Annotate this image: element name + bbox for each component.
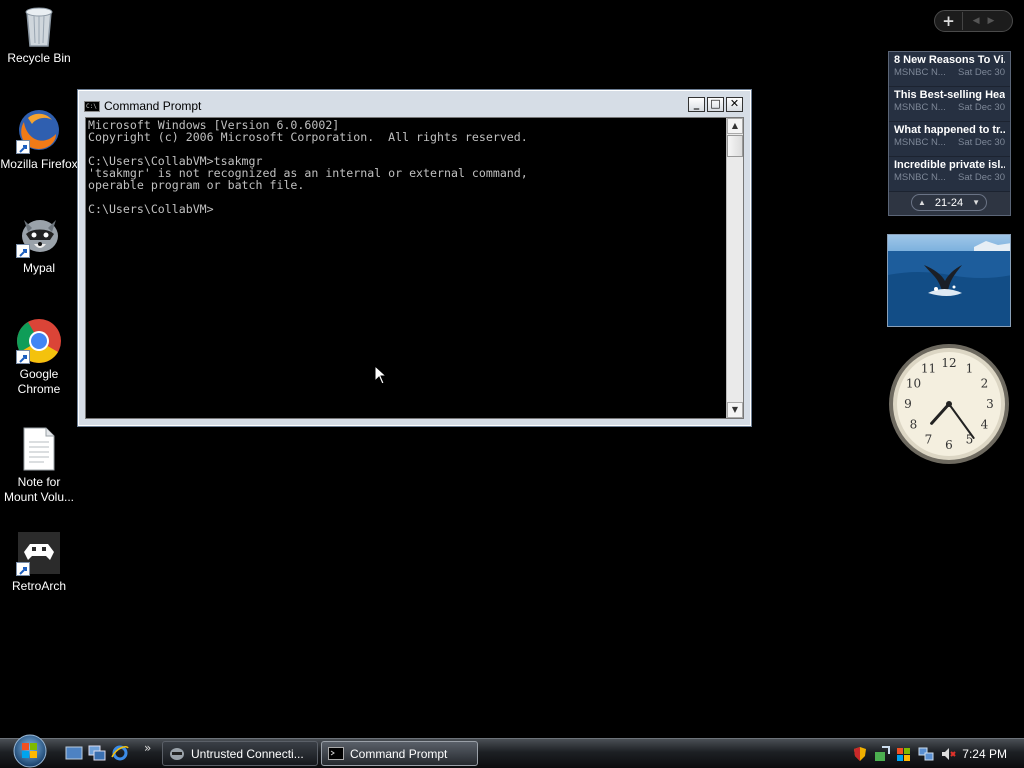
quick-launch-more-icon[interactable]: » bbox=[144, 741, 151, 755]
volume-muted-icon[interactable] bbox=[940, 746, 956, 762]
news-date: Sat Dec 30 bbox=[958, 172, 1005, 183]
shortcut-arrow-icon bbox=[16, 562, 30, 576]
scroll-up-arrow-icon[interactable]: ▲ bbox=[727, 118, 743, 134]
firefox-icon bbox=[16, 108, 62, 154]
clock-numeral: 7 bbox=[925, 433, 933, 447]
scroll-down-arrow-icon[interactable]: ▼ bbox=[727, 402, 743, 418]
desktop-icon-label: Google Chrome bbox=[17, 367, 61, 396]
show-desktop-icon[interactable] bbox=[65, 745, 83, 761]
console-line: operable program or batch file. bbox=[88, 178, 305, 192]
desktop-icon-label: Mypal bbox=[22, 261, 55, 275]
window-title: Command Prompt bbox=[104, 99, 202, 113]
desktop-icon-firefox[interactable]: Mozilla Firefox bbox=[0, 108, 78, 172]
news-date: Sat Dec 30 bbox=[958, 137, 1005, 148]
news-item[interactable]: Incredible private isl... MSNBC N... Sat … bbox=[889, 157, 1010, 192]
news-source: MSNBC N... bbox=[894, 137, 946, 148]
clock-numeral: 6 bbox=[945, 438, 953, 452]
news-range: 21-24 bbox=[934, 196, 964, 209]
news-headline: What happened to tr... bbox=[894, 124, 1005, 136]
console-line: C:\Users\CollabVM> bbox=[88, 202, 214, 216]
recycle-bin-icon bbox=[16, 2, 62, 48]
desktop-icon-label: RetroArch bbox=[11, 579, 67, 593]
news-prev-arrow-icon[interactable]: ▲ bbox=[918, 198, 926, 207]
clock-numeral: 10 bbox=[906, 377, 921, 391]
shortcut-arrow-icon bbox=[16, 140, 30, 154]
network-icon[interactable] bbox=[918, 746, 934, 762]
desktop-icon-retroarch[interactable]: RetroArch bbox=[0, 530, 78, 594]
news-source: MSNBC N... bbox=[894, 67, 946, 78]
internet-explorer-icon[interactable] bbox=[111, 745, 129, 761]
clock-numeral: 9 bbox=[904, 397, 912, 411]
desktop-icon-mypal[interactable]: Mypal bbox=[0, 212, 78, 276]
updates-icon[interactable] bbox=[874, 746, 890, 762]
mypal-icon bbox=[16, 212, 62, 258]
shortcut-arrow-icon bbox=[16, 350, 30, 364]
clock-numeral: 8 bbox=[910, 418, 918, 432]
console-app-icon: C:\ bbox=[84, 100, 100, 112]
news-source: MSNBC N... bbox=[894, 172, 946, 183]
desktop-icon-label: Recycle Bin bbox=[7, 51, 71, 65]
clock-numeral: 11 bbox=[921, 362, 936, 376]
system-tray: 7:24 PM bbox=[852, 741, 1024, 767]
taskbar-button-command-prompt[interactable]: Command Prompt bbox=[321, 741, 478, 766]
scrollbar-thumb[interactable] bbox=[727, 135, 743, 157]
clock-numeral: 2 bbox=[981, 377, 989, 391]
desktop-icon-note[interactable]: Note for Mount Volu... bbox=[0, 426, 78, 505]
mypal-icon bbox=[170, 748, 184, 760]
slideshow-gadget[interactable] bbox=[887, 234, 1011, 327]
news-headline: This Best-selling Hea... bbox=[894, 89, 1005, 101]
clock-numeral: 3 bbox=[986, 397, 994, 411]
close-button[interactable]: ✕ bbox=[726, 97, 743, 112]
whale-tail-photo bbox=[888, 241, 1010, 326]
news-date: Sat Dec 30 bbox=[958, 67, 1005, 78]
news-item[interactable]: What happened to tr... MSNBC N... Sat Dec… bbox=[889, 122, 1010, 157]
taskbar-button-label: Command Prompt bbox=[350, 746, 448, 761]
news-pager: ▲ 21-24 ▼ bbox=[911, 194, 987, 211]
news-source: MSNBC N... bbox=[894, 102, 946, 113]
news-headline: Incredible private isl... bbox=[894, 159, 1005, 171]
console-area[interactable]: Microsoft Windows [Version 6.0.6002] Copy… bbox=[85, 117, 744, 419]
chrome-icon bbox=[16, 318, 62, 364]
news-headline: 8 New Reasons To Vi... bbox=[894, 54, 1005, 66]
desktop-icon-label: Note for Mount Volu... bbox=[3, 475, 75, 504]
news-item[interactable]: 8 New Reasons To Vi... MSNBC N... Sat Dec… bbox=[889, 52, 1010, 87]
news-feed-gadget: 8 New Reasons To Vi... MSNBC N... Sat Dec… bbox=[888, 51, 1011, 216]
clock-numeral: 1 bbox=[966, 362, 974, 376]
desktop-icon-chrome[interactable]: Google Chrome bbox=[0, 318, 78, 397]
console-line: Copyright (c) 2006 Microsoft Corporation… bbox=[88, 130, 528, 144]
vertical-scrollbar[interactable]: ▲ ▼ bbox=[726, 118, 743, 418]
desktop-icon-label: Mozilla Firefox bbox=[0, 157, 78, 171]
window-title-bar[interactable]: C:\ Command Prompt _ □ ✕ bbox=[84, 97, 745, 115]
taskbar-button-untrusted-connection[interactable]: Untrusted Connecti... bbox=[162, 741, 318, 766]
clock-time[interactable]: 7:24 PM bbox=[962, 747, 1007, 761]
add-gadget-button[interactable]: + bbox=[935, 12, 963, 30]
clock-gadget[interactable]: 1234567891011 12 bbox=[887, 342, 1011, 466]
start-button[interactable] bbox=[9, 733, 51, 768]
news-item[interactable]: This Best-selling Hea... MSNBC N... Sat D… bbox=[889, 87, 1010, 122]
desktop-icon-recycle-bin[interactable]: Recycle Bin bbox=[0, 2, 78, 66]
security-warning-shield-icon[interactable] bbox=[852, 746, 868, 762]
console-app-icon bbox=[328, 747, 344, 760]
windows-flag-icon[interactable] bbox=[896, 746, 912, 762]
news-date: Sat Dec 30 bbox=[958, 102, 1005, 113]
clock-numeral: 4 bbox=[981, 418, 989, 432]
minimize-button[interactable]: _ bbox=[688, 97, 705, 112]
news-next-arrow-icon[interactable]: ▼ bbox=[972, 198, 980, 207]
text-file-icon bbox=[16, 426, 62, 472]
mouse-cursor-icon bbox=[374, 365, 388, 385]
sidebar-gadget-controls: + ◀▶ bbox=[934, 10, 1013, 32]
taskbar-button-label: Untrusted Connecti... bbox=[191, 746, 304, 761]
retroarch-icon bbox=[16, 530, 62, 576]
shortcut-arrow-icon bbox=[16, 244, 30, 258]
gadget-nav-arrows-icon[interactable]: ◀▶ bbox=[963, 16, 1012, 26]
maximize-button[interactable]: □ bbox=[707, 97, 724, 112]
clock-numeral: 12 bbox=[941, 356, 956, 370]
command-prompt-window[interactable]: C:\ Command Prompt _ □ ✕ Microsoft Windo… bbox=[77, 89, 752, 427]
switch-windows-icon[interactable] bbox=[88, 745, 106, 761]
console-output[interactable]: Microsoft Windows [Version 6.0.6002] Copy… bbox=[88, 119, 723, 215]
